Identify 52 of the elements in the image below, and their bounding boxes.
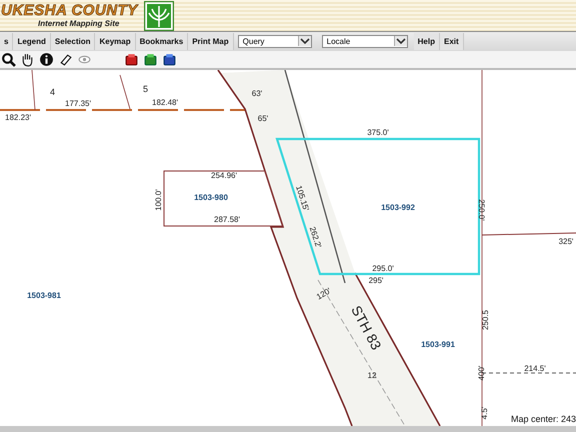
caret-icon[interactable] (298, 36, 311, 46)
dimension-label: 65' (258, 114, 268, 124)
menu-button[interactable]: Keymap (95, 32, 136, 50)
menu-button[interactable]: Bookmarks (136, 32, 188, 50)
dimension-label: 182.48' (152, 98, 178, 108)
caret-icon[interactable] (394, 36, 407, 46)
parcel-id-label: 1503-981 (27, 291, 61, 300)
dimension-label: 100.0' (154, 189, 163, 211)
lot-number: 5 (143, 84, 148, 94)
menu-button[interactable]: s (0, 32, 14, 50)
dimension-label: 182.23' (5, 113, 31, 122)
dimension-label: 63' (252, 89, 262, 98)
menu-button[interactable]: Exit (440, 32, 464, 50)
dimension-label: 287.58' (214, 215, 240, 224)
dimension-label: 325' (558, 237, 574, 246)
info-icon[interactable] (39, 52, 54, 67)
dimension-label: 375.0' (367, 128, 389, 138)
eraser-icon[interactable] (58, 52, 73, 67)
dropdown-select[interactable]: Locale (322, 34, 408, 48)
dropdown-select[interactable]: Query (238, 34, 312, 48)
dimension-label: 177.35' (65, 99, 91, 108)
dimension-label: 400' (477, 366, 486, 381)
dimension-label: 250.5 (481, 310, 490, 330)
menu-button[interactable]: Print Map (188, 32, 234, 50)
map-center-label: Map center: 243 (510, 414, 576, 424)
zoom-in-icon[interactable] (1, 52, 16, 67)
parcel-id-label: 1503-991 (421, 340, 455, 350)
site-subtitle: Internet Mapping Site (38, 20, 120, 28)
menu-button[interactable]: Legend (13, 32, 51, 50)
cube-icon[interactable] (162, 52, 177, 67)
dimension-label: 12 (368, 371, 376, 380)
dimension-label: 250.0' (477, 199, 486, 221)
lot-number: 4 (50, 87, 56, 98)
cube-icon[interactable] (124, 52, 139, 67)
parcel-id-label: 1503-992 (381, 203, 415, 212)
dimension-label: 120' (315, 286, 332, 302)
dimension-label: 254.96' (211, 171, 237, 180)
cube-icon[interactable] (143, 52, 158, 67)
menu-button[interactable]: Selection (50, 32, 96, 50)
dimension-label: 214.5' (524, 364, 546, 374)
map-canvas[interactable]: 4 5 1503-980 1503-992 1503-981 1503-991 177.35' 182.48' 182.23' 63' 65' 375.0' 254.96' 100.0' 287.58' 105.15' 262.2' 250.0' 325' 295.0' 295' 120' 250.5 214.5' 400' 12 4.5' STH 83 Map center: 243 (0, 70, 576, 426)
site-title: UKESHA COUNTY (1, 3, 138, 18)
tree-logo-icon (144, 0, 174, 31)
dimension-label: 262.2' (308, 226, 323, 250)
hand-icon[interactable] (20, 52, 35, 67)
dimension-label: 4.5' (480, 406, 489, 420)
dimension-label: 295' (368, 276, 384, 286)
dimension-label: 105.15' (294, 184, 311, 212)
parcel-id-label: 1503-980 (194, 193, 228, 202)
dimension-label: 295.0' (372, 264, 394, 274)
road-label: STH 83 (348, 303, 385, 353)
menu-button[interactable]: Help (414, 32, 440, 50)
